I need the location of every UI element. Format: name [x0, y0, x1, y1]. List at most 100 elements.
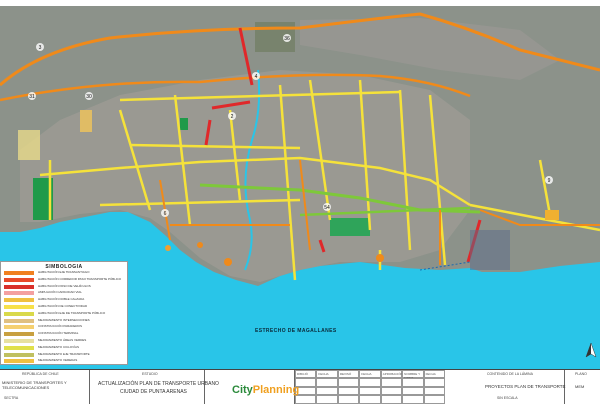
legend-swatch	[4, 345, 34, 350]
grid-cell	[423, 395, 445, 404]
legend-label: MEJORAMIENTO EJE TRANSPORTE	[38, 351, 90, 356]
legend-swatch	[4, 311, 34, 316]
contents-header: CONTENIDO DE LA LÁMINA	[487, 372, 533, 376]
grid-cell	[337, 386, 360, 396]
legend-label: MEJORAMIENTO ÁREAS VERDES	[38, 338, 87, 342]
legend-swatch	[4, 298, 34, 303]
legend-item: HABILITACIÓN EJE DE TRANSPORTE PÚBLICO	[4, 311, 126, 317]
park-4	[180, 118, 188, 130]
ministry-cell: REPÚBLICA DE CHILE MINISTERIO DE TRANSPO…	[0, 370, 90, 404]
study-title: ACTUALIZACIÓN PLAN DE TRANSPORTE URBANO	[98, 381, 219, 387]
legend-swatch	[4, 291, 34, 296]
terminal-1	[80, 110, 92, 132]
title-block: REPÚBLICA DE CHILE MINISTERIO DE TRANSPO…	[0, 369, 600, 404]
logo-part-b: Planning	[252, 384, 300, 396]
legend-swatch	[4, 277, 34, 282]
legend-label: AMPLIACIÓN CAPACIDAD VIAL	[38, 290, 82, 295]
legend-item: CONSTRUCCIÓN PARADEROS	[4, 324, 126, 330]
terminal-2	[545, 210, 559, 220]
legend-item: MEJORAMIENTO ÁREAS VERDES	[4, 338, 126, 344]
grid-header: REVISÓ	[337, 370, 360, 378]
legend-item: HABILITACIÓN DOBLE CALZADA	[4, 297, 126, 303]
map-label: 6	[164, 211, 167, 217]
scale-label: SIN ESCALA	[497, 396, 518, 400]
sheet-header: PLANO	[575, 372, 587, 376]
study-cell: ESTUDIO ACTUALIZACIÓN PLAN DE TRANSPORTE…	[90, 370, 219, 404]
park-2	[330, 218, 370, 236]
legend-swatch	[4, 271, 34, 275]
grid-header: FECHA	[359, 370, 381, 378]
legend-item: MEJORAMIENTO EJE TRANSPORTE	[4, 351, 126, 358]
legend-label: CONSTRUCCIÓN PARADEROS	[38, 324, 82, 329]
study-header: ESTUDIO	[142, 372, 158, 376]
legend-item: AMPLIACIÓN CAPACIDAD VIAL	[4, 290, 126, 296]
grid-cell	[359, 395, 381, 404]
contents-title: PROYECTOS PLAN DE TRANSPORTE	[485, 384, 566, 389]
legend-swatch	[4, 359, 34, 364]
legend-swatch	[4, 318, 34, 323]
grid-cell	[295, 395, 317, 404]
grid-cell	[316, 395, 338, 404]
legend-item: MEJORAMIENTO INTERSECCIONES	[4, 317, 126, 324]
grid-header: DIBUJÓ	[295, 370, 317, 378]
strait-label: ESTRECHO DE MAGALLANES	[255, 328, 337, 334]
legend-item: HABILITACIÓN DE CONECTIVIDAD	[4, 304, 126, 310]
legend-label: MEJORAMIENTO CICLOVÍAS	[38, 344, 79, 349]
legend-item: MEJORAMIENTO VEREDAS	[4, 358, 126, 364]
legend-label: HABILITACIÓN DOBLE CALZADA	[38, 297, 85, 302]
legend-label: HABILITACIÓN DE CONECTIVIDAD	[38, 304, 88, 308]
stop-1	[376, 254, 384, 262]
map-label: 9	[548, 178, 551, 184]
map-label: 2	[231, 114, 234, 120]
stop-4	[165, 245, 171, 251]
legend-swatch	[4, 325, 34, 330]
north-arrow-icon	[585, 343, 597, 358]
grid-cell	[402, 378, 424, 387]
grid-cell-area: DIBUJÓ FECHA REVISÓ FECHA APROBACIÓN NOMBRE Y…	[295, 370, 445, 404]
grid-cell	[359, 378, 381, 387]
city-planning-logo: CityPlanning	[232, 384, 299, 396]
grid-cell	[423, 386, 445, 396]
legend: SIMBOLOGIA HABILITACIÓN EJE TRANSANTIAGO…	[0, 261, 128, 365]
legend-label: HABILITACIÓN EJE TRANSANTIAGO	[38, 270, 90, 274]
legend-item: HABILITACIÓN CORREDOR PASO TRANSPORTE PÚ…	[4, 276, 126, 283]
park-3	[18, 130, 40, 160]
top-margin	[0, 0, 600, 6]
legend-swatch	[4, 352, 34, 357]
study-city: CIUDAD DE PUNTA ARENAS	[120, 389, 187, 395]
grid-cell	[423, 378, 445, 387]
legend-label: MEJORAMIENTO INTERSECCIONES	[38, 317, 90, 322]
ministry-name: MINISTERIO DE TRANSPORTES Y TELECOMUNICA…	[2, 380, 67, 390]
legend-label: HABILITACIÓN CORREDOR PASO TRANSPORTE PÚ…	[38, 276, 122, 281]
legend-swatch	[4, 339, 34, 343]
port-area	[470, 230, 510, 270]
legend-swatch	[4, 305, 34, 309]
legend-swatch	[4, 332, 34, 337]
stop-3	[197, 242, 203, 248]
legend-item: HABILITACIÓN EJE TRANSANTIAGO	[4, 270, 126, 276]
grid-header: FECHA	[423, 370, 445, 378]
map-label: 4	[255, 74, 258, 80]
grid-cell	[337, 378, 360, 387]
map-label: 30	[86, 94, 92, 100]
map-label: 54	[324, 205, 330, 211]
legend-swatch	[4, 284, 34, 289]
legend-label: HABILITACIÓN PASO DE VEHÍCULOS	[38, 283, 91, 288]
grid-cell	[402, 386, 424, 396]
ministry-sub: SECTRA	[4, 396, 19, 400]
logo-part-a: City	[232, 384, 253, 396]
legend-item: HABILITACIÓN PASO DE VEHÍCULOS	[4, 283, 126, 290]
sheet-number: MEM	[575, 384, 585, 389]
legend-label: CONSTRUCCIÓN TERMINAL	[38, 331, 79, 336]
ministry-header: REPÚBLICA DE CHILE	[22, 372, 59, 376]
grid-cell	[402, 395, 424, 404]
grid-cell	[316, 378, 338, 387]
grid-cell	[337, 395, 360, 404]
stop-2	[224, 258, 232, 266]
sheet-cell: PLANO MEM	[565, 370, 600, 404]
grid-header: FECHA	[316, 370, 338, 378]
map-label: 36	[284, 36, 290, 42]
legend-item: MEJORAMIENTO CICLOVÍAS	[4, 344, 126, 351]
grid-cell	[316, 386, 338, 396]
legend-label: MEJORAMIENTO VEREDAS	[38, 358, 78, 363]
